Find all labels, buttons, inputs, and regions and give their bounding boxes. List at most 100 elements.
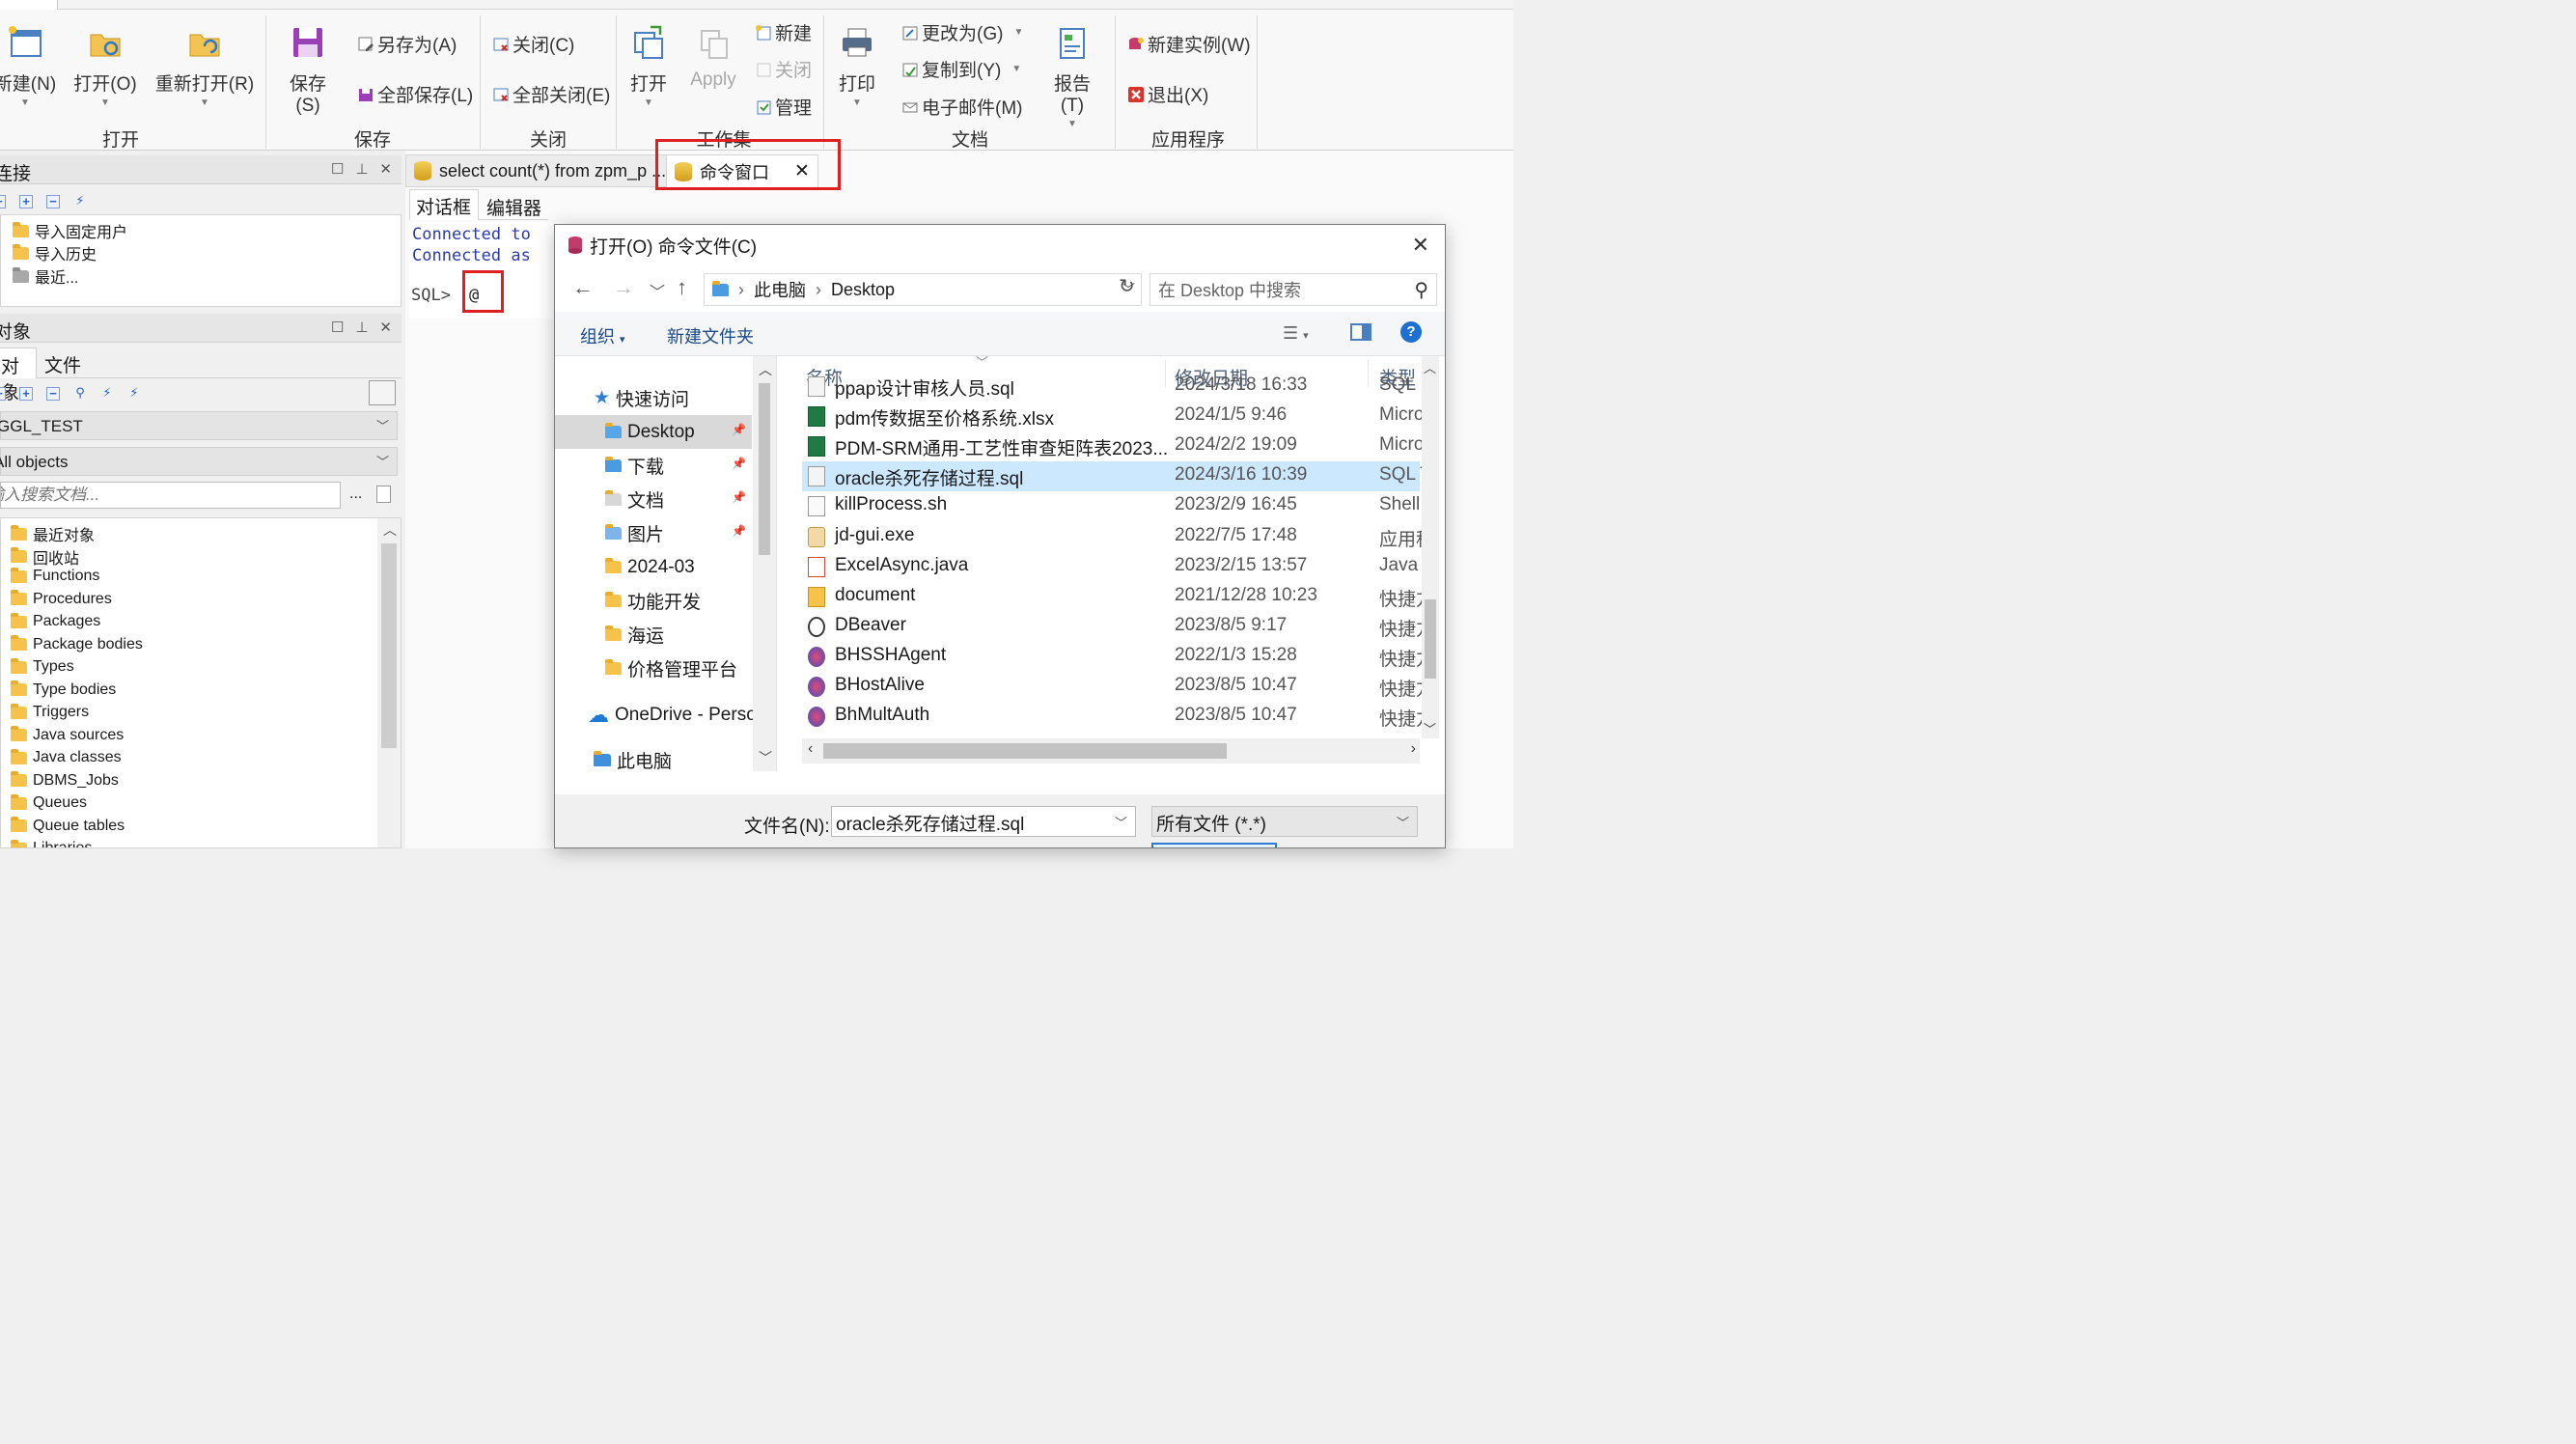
new-folder-button[interactable]: 新建文件夹: [667, 323, 754, 348]
tree-item[interactable]: Triggers: [11, 703, 89, 721]
new-button[interactable]: 新建(N) ▼: [0, 23, 64, 108]
scrollbar-thumb[interactable]: [1425, 599, 1436, 679]
report-dropdown-icon[interactable]: ▼: [1042, 119, 1102, 129]
tab-dialog[interactable]: 对话框: [409, 189, 479, 220]
tree-item[interactable]: Type bodies: [11, 680, 116, 699]
pin-icon[interactable]: 📌: [732, 423, 746, 436]
save-all-button[interactable]: 全部保存(L): [357, 81, 473, 107]
tree-item[interactable]: Package bodies: [11, 635, 143, 653]
file-row[interactable]: ExcelAsync.java 2023/2/15 13:57 Java: [802, 552, 1420, 582]
workset-open-dropdown-icon[interactable]: ▼: [625, 97, 672, 108]
open-button[interactable]: 打开(O) ▼: [73, 23, 137, 108]
file-row[interactable]: BHSSHAgent 2022/1/3 15:28 快捷方: [802, 642, 1434, 672]
new-dropdown-icon[interactable]: ▼: [0, 97, 64, 108]
tree-item[interactable]: 导入历史: [13, 241, 97, 264]
email-button[interactable]: 电子邮件(M): [901, 94, 1022, 120]
close-button[interactable]: 关闭(C): [492, 31, 574, 57]
file-row[interactable]: killProcess.sh 2023/2/9 16:45 Shell: [802, 491, 1420, 521]
add-icon[interactable]: +: [19, 195, 33, 208]
tree-item[interactable]: 回收站: [11, 545, 79, 569]
recent-locations-icon[interactable]: ﹀: [650, 279, 665, 302]
pin-icon[interactable]: 📌: [732, 524, 746, 538]
scrollbar-thumb[interactable]: [823, 743, 1227, 759]
nav-item[interactable]: 价格管理平台: [555, 652, 752, 685]
breadcrumb-item[interactable]: 此电脑: [754, 277, 806, 302]
file-row[interactable]: PDM-SRM通用-工艺性审查矩阵表2023... 2024/2/2 19:09 M…: [802, 431, 1424, 461]
nav-item[interactable]: Desktop 📌: [555, 415, 752, 449]
scroll-down-icon[interactable]: ﹀: [759, 748, 772, 767]
scrollbar-thumb[interactable]: [759, 383, 770, 555]
object-search-input[interactable]: [0, 482, 341, 509]
scroll-up-icon[interactable]: ︿: [1424, 358, 1436, 376]
nav-scrollbar[interactable]: ︿ ﹀: [753, 356, 776, 771]
tab-files[interactable]: 文件: [44, 351, 81, 377]
object-filter-select[interactable]: All objects ﹀: [0, 447, 398, 476]
vertical-scrollbar[interactable]: ︿ ﹀: [1422, 356, 1439, 738]
nav-item[interactable]: 文档 📌: [555, 483, 752, 516]
nav-item[interactable]: 此电脑: [555, 743, 752, 771]
tree-item[interactable]: Functions: [11, 567, 99, 585]
maximize-icon[interactable]: ☐: [331, 160, 344, 178]
ribbon-tab-file[interactable]: [0, 0, 58, 10]
workset-apply-button[interactable]: Apply: [687, 23, 739, 91]
document-tab[interactable]: select count(*) from zpm_p ...: [405, 154, 676, 187]
pin-icon[interactable]: ⊥: [355, 319, 368, 336]
forward-arrow-icon[interactable]: →: [613, 275, 634, 300]
tree-item[interactable]: Libraries: [11, 839, 92, 847]
tree-item[interactable]: 导入固定用户: [13, 219, 127, 242]
print-dropdown-icon[interactable]: ▼: [834, 97, 880, 108]
scrollbar-thumb[interactable]: [381, 543, 397, 748]
scroll-right-icon[interactable]: ›: [1411, 740, 1416, 758]
nav-item[interactable]: 图片 📌: [555, 516, 752, 550]
file-row[interactable]: document 2021/12/28 10:23 快捷方: [802, 582, 1434, 612]
workset-close-button[interactable]: 关闭: [755, 56, 812, 82]
pin-icon[interactable]: 📌: [732, 490, 746, 504]
tree-item[interactable]: 最近对象: [11, 522, 95, 545]
new-instance-button[interactable]: 新建实例(W): [1127, 31, 1251, 57]
nav-item[interactable]: 下载 📌: [555, 449, 752, 483]
open-button[interactable]: [1151, 843, 1277, 847]
color-picker-button[interactable]: [369, 380, 396, 405]
organize-button[interactable]: 组织 ▾: [580, 323, 625, 348]
filter-icon[interactable]: ⚡: [100, 386, 114, 401]
schema-select[interactable]: GGL_TEST ﹀: [0, 411, 398, 440]
up-arrow-icon[interactable]: ↑: [677, 275, 687, 300]
save-button[interactable]: 保存(S): [278, 23, 338, 117]
reopen-button[interactable]: 重新打开(R) ▼: [154, 23, 255, 108]
nav-item[interactable]: ☁ OneDrive - Perso: [555, 698, 757, 732]
copy-to-button[interactable]: 复制到(Y) ▼: [901, 56, 1021, 82]
workset-new-button[interactable]: 新建: [755, 19, 812, 45]
exit-button[interactable]: 退出(X): [1127, 81, 1208, 107]
collapse-icon[interactable]: −: [46, 387, 60, 401]
file-row[interactable]: jd-gui.exe 2022/7/5 17:48 应用程: [802, 522, 1434, 552]
pin-icon[interactable]: ⊥: [355, 160, 368, 178]
close-icon[interactable]: ✕: [379, 319, 392, 336]
tree-item[interactable]: Java classes: [11, 748, 122, 766]
maximize-icon[interactable]: ☐: [331, 319, 344, 336]
tree-item[interactable]: Packages: [11, 612, 100, 630]
expand-icon[interactable]: +: [0, 387, 6, 401]
print-button[interactable]: 打印 ▼: [834, 23, 880, 108]
nav-item[interactable]: 2024-03: [555, 550, 752, 584]
nav-item[interactable]: 功能开发: [555, 584, 752, 618]
new-file-icon[interactable]: [376, 486, 391, 503]
scroll-up-icon[interactable]: ︿: [759, 360, 772, 379]
open-dropdown-icon[interactable]: ▼: [73, 97, 137, 108]
nav-item[interactable]: 海运: [555, 618, 752, 652]
file-row[interactable]: ppap设计审核人员.sql 2024/3/18 16:33 SQL: [802, 372, 1420, 402]
object-tree-scrollbar[interactable]: ︿: [377, 518, 401, 847]
file-row[interactable]: pdm传数据至价格系统.xlsx 2024/1/5 9:46 Micro: [802, 402, 1424, 431]
scroll-down-icon[interactable]: ﹀: [1424, 719, 1436, 737]
more-options-button[interactable]: ...: [349, 486, 362, 503]
workset-manage-button[interactable]: 管理: [755, 94, 812, 120]
breadcrumb-item[interactable]: Desktop: [831, 280, 895, 300]
tree-item[interactable]: Queues: [11, 793, 87, 812]
scroll-left-icon[interactable]: ‹: [808, 740, 813, 758]
tree-item[interactable]: Types: [11, 657, 74, 676]
report-button[interactable]: 报告(T) ▼: [1042, 23, 1102, 129]
scroll-up-icon[interactable]: ︿: [383, 520, 397, 540]
file-row[interactable]: BHostAlive 2023/8/5 10:47 快捷方: [802, 672, 1434, 702]
tab-objects[interactable]: 对象: [0, 347, 37, 403]
search-input[interactable]: 在 Desktop 中搜索 ⚲: [1150, 273, 1437, 306]
pin-icon[interactable]: 📌: [732, 457, 746, 470]
